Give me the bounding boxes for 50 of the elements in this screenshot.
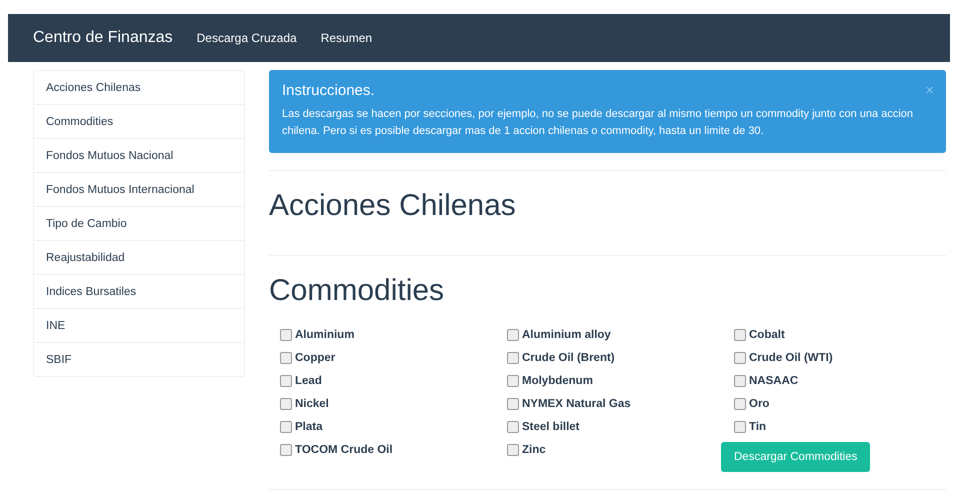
sidebar-item[interactable]: Reajustabilidad <box>34 240 244 274</box>
checkbox[interactable] <box>280 444 292 456</box>
checkbox-label[interactable]: Zinc <box>522 444 546 456</box>
section-heading: Commodities <box>269 273 446 309</box>
checkbox-label[interactable]: Lead <box>295 374 322 386</box>
checkbox[interactable] <box>734 328 746 340</box>
nav-link[interactable]: Descarga Cruzada <box>196 31 297 45</box>
checkbox-label[interactable]: Nickel <box>295 398 329 410</box>
checkbox[interactable] <box>507 352 519 364</box>
sidebar-item[interactable]: Fondos Mutuos Nacional <box>34 138 244 172</box>
checkbox[interactable] <box>734 398 746 410</box>
sidebar-item[interactable]: SBIF <box>34 342 244 376</box>
checkbox[interactable] <box>734 374 746 386</box>
checkbox-label[interactable]: NYMEX Natural Gas <box>522 398 631 410</box>
checkbox-label[interactable]: TOCOM Crude Oil <box>295 444 393 456</box>
checkbox[interactable] <box>280 352 292 364</box>
checkbox-label[interactable]: Steel billet <box>522 420 580 432</box>
checkbox[interactable] <box>280 328 292 340</box>
checkbox-label[interactable]: Plata <box>295 420 322 432</box>
checkbox-label[interactable]: Aluminium alloy <box>522 328 611 340</box>
checkbox[interactable] <box>280 420 292 432</box>
checkbox[interactable] <box>734 420 746 432</box>
checkbox[interactable] <box>280 374 292 386</box>
checkbox[interactable] <box>507 444 519 456</box>
checkbox[interactable] <box>507 420 519 432</box>
sidebar-item[interactable]: Indices Bursatiles <box>34 274 244 308</box>
checkbox-label[interactable]: Molybdenum <box>522 374 593 386</box>
checkbox-label[interactable]: Aluminium <box>295 328 354 340</box>
sidebar-item[interactable]: INE <box>34 308 244 342</box>
section-heading: Acciones Chilenas <box>269 188 517 224</box>
checkbox-label[interactable]: Crude Oil (WTI) <box>749 352 833 364</box>
sidebar-item[interactable]: Tipo de Cambio <box>34 206 244 240</box>
sidebar-item[interactable]: Acciones Chilenas <box>34 71 244 104</box>
checkbox-label[interactable]: Oro <box>749 398 770 410</box>
sidebar-item[interactable]: Fondos Mutuos Internacional <box>34 172 244 206</box>
checkbox-label[interactable]: Copper <box>295 352 336 364</box>
nav-link[interactable]: Resumen <box>320 31 372 45</box>
checkbox[interactable] <box>507 398 519 410</box>
checkbox-label[interactable]: Crude Oil (Brent) <box>522 352 615 364</box>
checkbox-label[interactable]: Tin <box>749 420 766 432</box>
alert-text: Las descargas se hacen por secciones, por ejemplo, no se puede descargar al mismo tiempo un commodity junto con una accion chilena. Pero si es posible descargar mas de 1 accion chilenas o commodity, hasta un limite de 30. <box>282 107 914 139</box>
brand-link[interactable]: Centro de Finanzas <box>33 29 173 47</box>
checkbox[interactable] <box>507 374 519 386</box>
alert-title: Instrucciones. <box>282 82 375 99</box>
checkbox[interactable] <box>734 352 746 364</box>
sidebar-item[interactable]: Commodities <box>34 104 244 138</box>
checkbox[interactable] <box>507 328 519 340</box>
checkbox[interactable] <box>280 398 292 410</box>
checkbox-label[interactable]: NASAAC <box>749 374 798 386</box>
checkbox-label[interactable]: Cobalt <box>749 328 785 340</box>
